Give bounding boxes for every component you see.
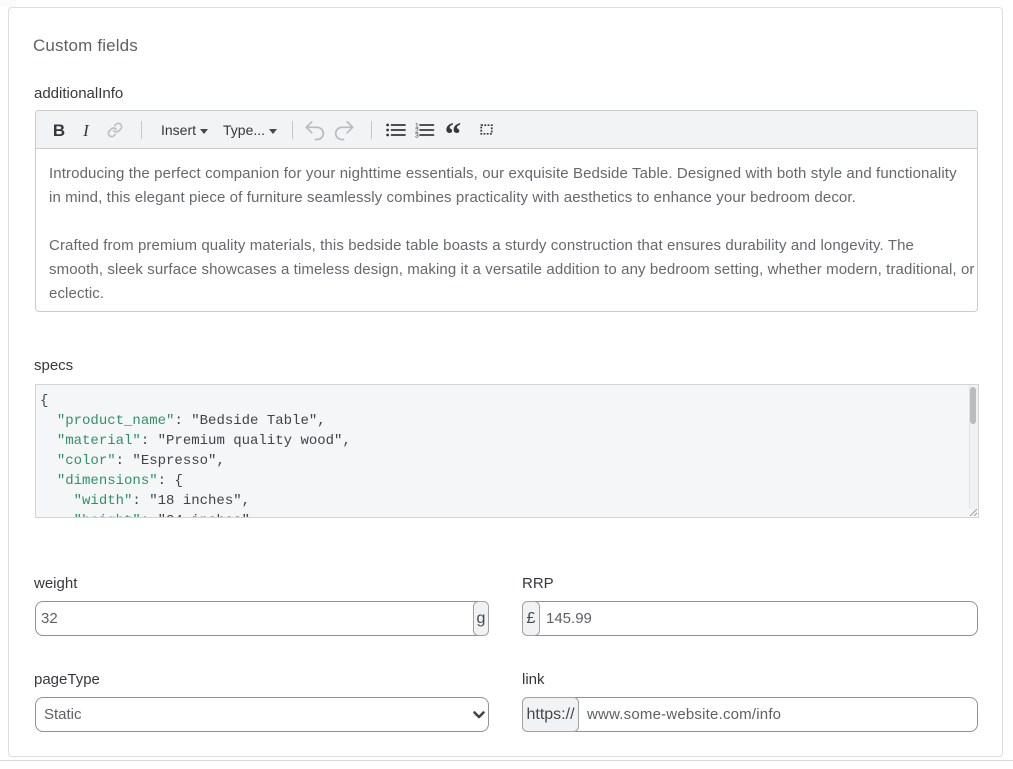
svg-text:3: 3: [415, 132, 419, 138]
